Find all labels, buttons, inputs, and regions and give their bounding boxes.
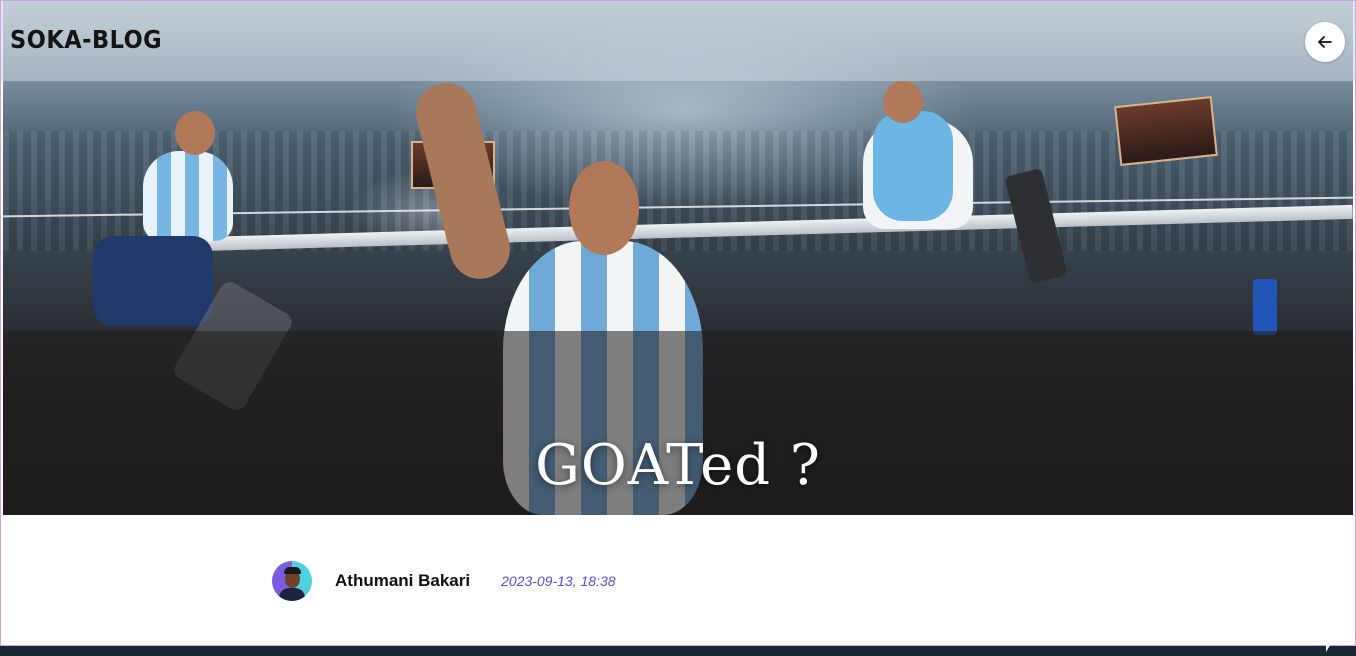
avatar-icon[interactable] [272,561,312,601]
player-left-legs [93,236,213,326]
mouse-cursor-icon [1326,642,1332,652]
stadium-screen-right [1114,96,1218,166]
page-frame: GOATed ? SOKA-BLOG Athumani Bakari 2023-… [0,0,1356,646]
arrow-left-icon [1318,36,1332,48]
post-date: 2023-09-13, 18:38 [501,573,616,589]
player-right-head [883,81,923,123]
player-right-flag [873,111,953,221]
back-button[interactable] [1305,22,1345,62]
brand-logo[interactable]: SOKA-BLOG [10,25,162,54]
taskbar [0,646,1356,656]
player-left-head [175,111,215,155]
top-header: SOKA-BLOG [1,1,1355,81]
player-center-head [569,161,639,255]
phone-blue [1253,279,1277,335]
post-meta: Athumani Bakari 2023-09-13, 18:38 [272,561,616,601]
post-title: GOATed ? [535,433,821,498]
player-left [143,151,233,241]
author-name[interactable]: Athumani Bakari [335,571,470,591]
